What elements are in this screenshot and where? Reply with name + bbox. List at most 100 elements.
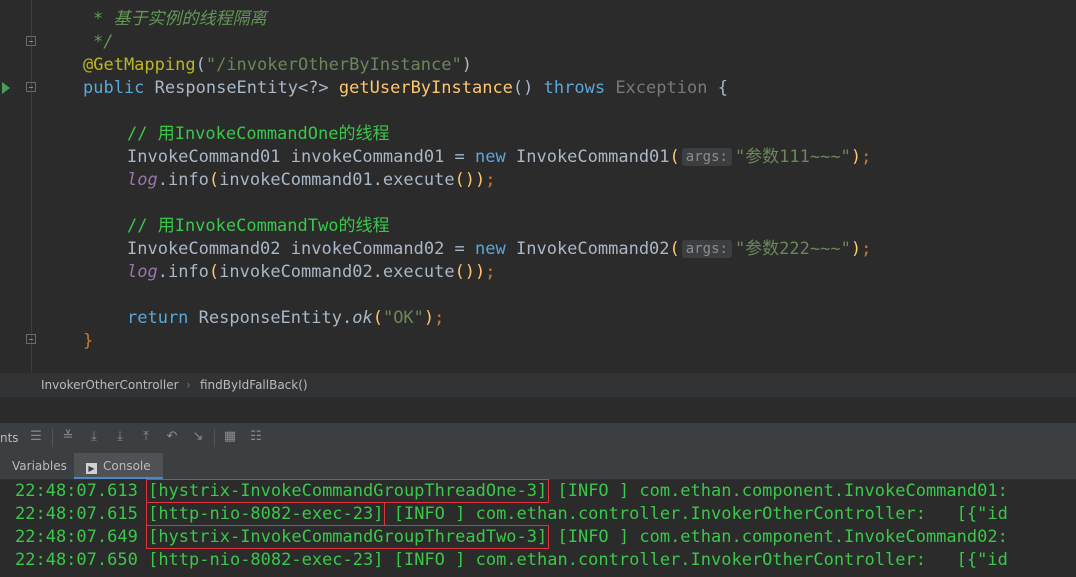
menu-icon[interactable]: ☰ [28,429,44,445]
step-over-icon[interactable]: ⤓ [86,429,102,445]
editor-gutter [0,0,46,373]
paren: ( [669,239,680,259]
paren: ( [208,262,220,282]
constructor: InvokeCommand02 [516,239,670,259]
string-literal: "参数222~~~" [734,239,851,259]
step-into-icon[interactable]: ⤓ [112,429,128,445]
parameter-hint: args: [681,240,732,258]
log-thread-highlighted: [hystrix-InvokeCommandGroupThreadTwo-3] [146,525,550,549]
paren: ( [669,147,680,167]
type-name: ResponseEntity<?> [154,78,329,98]
method-name: getUserByInstance [338,78,513,98]
code-line-statement[interactable]: InvokeCommand01 invokeCommand01 = new In… [127,146,871,169]
code-line-javadoc[interactable]: * 基于实例的线程隔离 [93,8,266,31]
fold-toggle-icon[interactable] [26,334,36,344]
tab-variables[interactable]: Variables [0,453,79,479]
code-line-return[interactable]: return ResponseEntity.ok("OK"); [127,307,444,330]
breadcrumb-class[interactable]: InvokerOtherController [41,378,179,392]
log-line: 22:48:07.613 [hystrix-InvokeCommandGroup… [15,479,1008,503]
code-line-comment[interactable]: // 用InvokeCommandOne的线程 [127,123,389,146]
semicolon: ; [485,170,496,190]
field-log: log [127,262,158,282]
keyword: throws [543,78,606,98]
code-line-method-signature[interactable]: public ResponseEntity<?> getUserByInstan… [83,77,728,100]
code-line-statement[interactable]: InvokeCommand02 invokeCommand02 = new In… [127,238,871,261]
log-thread-highlighted: [hystrix-InvokeCommandGroupThreadOne-3] [146,479,550,503]
toolbar-separator [214,429,215,447]
log-timestamp: 22:48:07.613 [15,481,138,501]
paren: () [512,78,544,98]
log-line: 22:48:07.649 [hystrix-InvokeCommandGroup… [15,525,1008,549]
keyword: public [83,78,145,98]
parameter-hint: args: [681,148,732,166]
log-line: 22:48:07.615 [http-nio-8082-exec-23] [IN… [15,502,1008,526]
type-name: Exception [615,78,708,98]
paren: ) [850,239,862,259]
code-line-closing-brace[interactable]: } [83,330,93,353]
method-name: ok [352,308,373,328]
run-gutter-icon[interactable] [2,82,10,94]
step-out-icon[interactable]: ⤒ [138,429,154,445]
code-line-annotation[interactable]: @GetMapping("/invokerOtherByInstance") [83,54,472,77]
paren: ( [195,55,206,75]
keyword: new [475,239,506,259]
debug-tabs: Variables ▶ Console [0,453,1076,480]
semicolon: ; [861,147,872,167]
log-thread: [http-nio-8082-exec-23] [148,550,384,570]
code-line-javadoc-end[interactable]: */ [93,31,113,54]
drop-frame-icon[interactable]: ↶ [164,429,180,445]
gutter-fold-line [31,0,32,373]
comment-text: // 用InvokeCommandTwo的线程 [127,216,390,236]
paren: ) [423,308,435,328]
call-expression: invokeCommand01.execute [219,170,455,190]
keyword: new [475,147,506,167]
show-execution-point-icon[interactable]: ≚ [60,429,76,445]
trace-stream-icon[interactable]: ☷ [248,429,264,445]
paren: ( [208,170,220,190]
chevron-right-icon: › [186,378,191,392]
log-message: [INFO ] com.ethan.controller.InvokerOthe… [383,550,1008,570]
console-icon: ▶ [86,463,97,474]
string-literal: "参数111~~~" [734,147,851,167]
keyword: return [127,308,189,328]
semicolon: ; [434,308,445,328]
type-name: InvokeCommand01 [127,147,281,167]
string-literal: "OK" [382,308,424,328]
paren: ) [850,147,862,167]
brace: } [83,331,94,351]
field-log: log [127,170,158,190]
paren: ()) [454,262,486,282]
fold-toggle-icon[interactable] [26,82,36,92]
log-message: [INFO ] com.ethan.controller.InvokerOthe… [383,504,1008,524]
breadcrumb-method[interactable]: findByIdFallBack() [200,378,308,392]
call-expression: invokeCommand02.execute [219,262,455,282]
console-output[interactable]: 22:48:07.613 [hystrix-InvokeCommandGroup… [0,479,1076,577]
toolbar-separator [52,429,53,447]
tab-console-label: Console [103,459,151,473]
evaluate-expression-icon[interactable]: ▦ [222,429,238,445]
fold-toggle-icon[interactable] [26,36,36,46]
brace: { [717,78,728,98]
tab-console[interactable]: ▶ Console [74,453,163,479]
run-to-cursor-icon[interactable]: ↘ [190,429,206,445]
code-line-comment[interactable]: // 用InvokeCommandTwo的线程 [127,215,389,238]
javadoc-end: */ [93,32,114,52]
panel-divider [0,397,1076,423]
variable: invokeCommand02 [290,239,445,259]
log-thread-highlighted: [http-nio-8082-exec-23] [146,502,386,526]
code-line-statement[interactable]: log.info(invokeCommand02.execute()); [127,261,496,284]
string-literal: "/invokerOtherByInstance" [205,55,462,75]
debug-toolbar: nts ☰ ≚ ⤓ ⤓ ⤒ ↶ ↘ ▦ ☷ [0,423,1076,453]
code-editor[interactable]: * 基于实例的线程隔离 */ @GetMapping("/invokerOthe… [0,0,1076,373]
type-name: InvokeCommand02 [127,239,281,259]
log-timestamp: 22:48:07.649 [15,527,138,547]
breadcrumb: InvokerOtherController › findByIdFallBac… [0,373,1076,397]
log-message: [INFO ] com.ethan.component.InvokeComman… [547,481,1008,501]
semicolon: ; [861,239,872,259]
log-line: 22:48:07.650 [http-nio-8082-exec-23] [IN… [15,549,1008,572]
toolbar-label-partial: nts [0,431,19,445]
comment-text: // 用InvokeCommandOne的线程 [127,124,390,144]
paren: ) [461,55,472,75]
log-timestamp: 22:48:07.615 [15,504,138,524]
code-line-statement[interactable]: log.info(invokeCommand01.execute()); [127,169,496,192]
